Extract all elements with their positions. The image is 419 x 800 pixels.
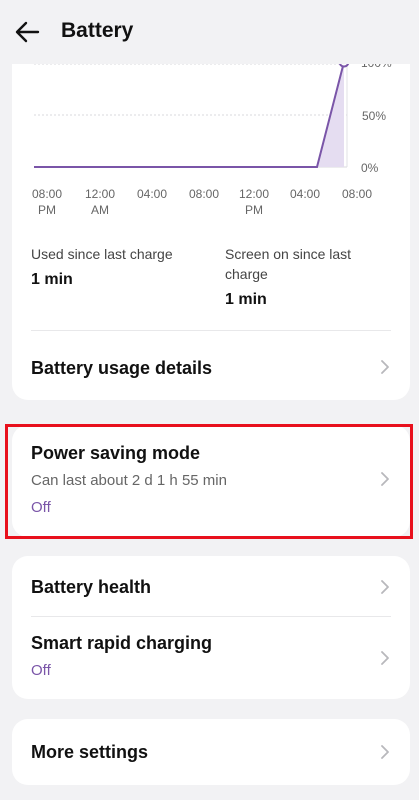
screen-on-label-line1: Screen on since last	[225, 246, 352, 262]
y-tick-50: 50%	[362, 109, 387, 123]
x-tick-label: 04:00	[289, 187, 321, 201]
more-settings-row[interactable]: More settings	[12, 719, 410, 785]
smart-rapid-charging-status: Off	[31, 662, 51, 679]
battery-usage-details-label: Battery usage details	[31, 358, 213, 378]
x-tick-label: 08:00	[341, 187, 373, 201]
x-tick-label: 12:00 AM	[84, 187, 116, 217]
battery-area-fill	[34, 62, 344, 167]
battery-chart-card: 100% 50% 0% 08:00PM12:00AM04:0008:0012:0…	[12, 40, 410, 400]
highlight-box	[5, 424, 413, 539]
app-header: Battery	[0, 0, 419, 64]
page-title: Battery	[61, 19, 134, 42]
screen-on-label-line2: charge	[225, 266, 268, 282]
smart-rapid-charging-label: Smart rapid charging	[31, 633, 213, 653]
battery-level-line	[34, 61, 345, 168]
battery-health-card: Battery health Smart rapid charging Off	[12, 556, 410, 699]
y-tick-0: 0%	[361, 161, 379, 175]
used-since-charge-label: Used since last charge	[31, 246, 173, 262]
smart-rapid-charging-row[interactable]: Smart rapid charging Off	[12, 617, 410, 699]
x-tick-label: 04:00	[136, 187, 168, 201]
battery-usage-details-row[interactable]: Battery usage details	[12, 331, 410, 400]
chevron-right-icon	[381, 745, 389, 759]
chevron-right-icon	[381, 580, 389, 594]
battery-level-chart: 100% 50% 0% 08:00PM12:00AM04:0008:0012:0…	[12, 40, 410, 260]
more-settings-label: More settings	[31, 742, 149, 762]
screen-on-value: 1 min	[225, 291, 267, 308]
used-since-charge-value: 1 min	[31, 271, 73, 288]
back-arrow-icon[interactable]	[14, 20, 40, 44]
x-tick-label: 08:00	[188, 187, 220, 201]
x-tick-label: 12:00 PM	[238, 187, 270, 217]
battery-health-row[interactable]: Battery health	[12, 556, 410, 616]
chevron-right-icon	[381, 360, 389, 374]
chevron-right-icon	[381, 651, 389, 665]
battery-health-label: Battery health	[31, 577, 152, 597]
x-tick-label: 08:00 PM	[31, 187, 63, 217]
battery-chart-svg	[34, 50, 350, 168]
